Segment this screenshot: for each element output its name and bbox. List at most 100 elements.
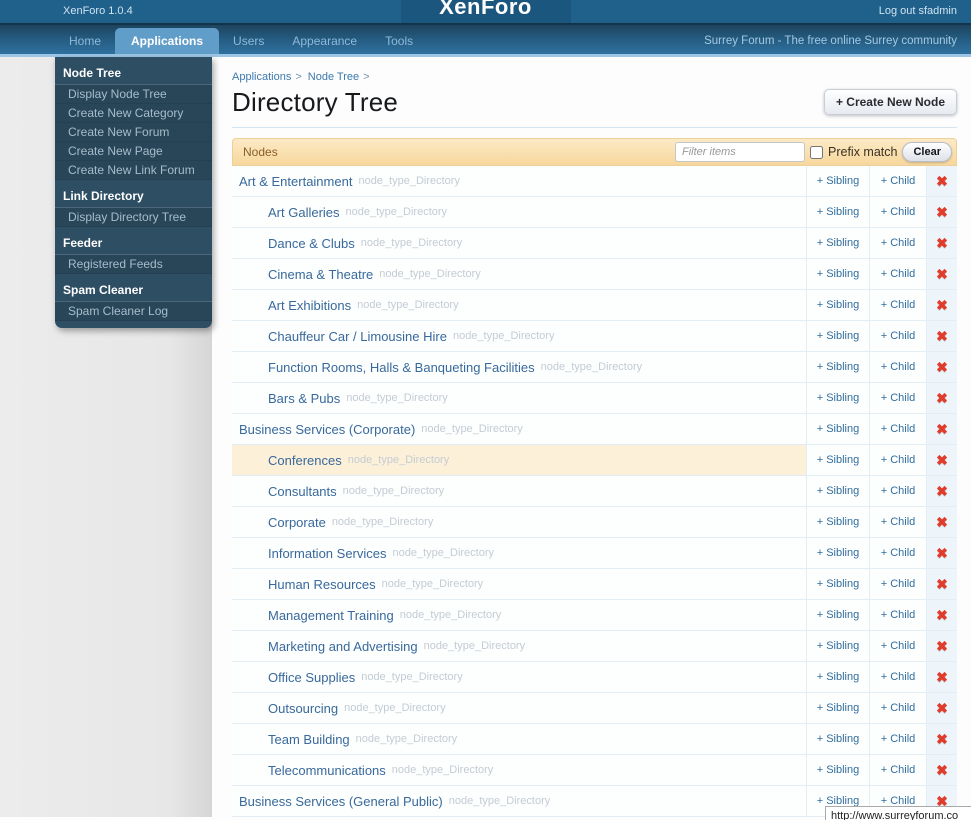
- add-child-link[interactable]: + Child: [881, 764, 916, 776]
- tab-users[interactable]: Users: [219, 29, 278, 54]
- delete-node-icon[interactable]: ✖: [936, 577, 948, 591]
- add-child-link[interactable]: + Child: [881, 485, 916, 497]
- delete-node-icon[interactable]: ✖: [936, 670, 948, 684]
- add-sibling-link[interactable]: + Sibling: [817, 485, 860, 497]
- add-sibling-link[interactable]: + Sibling: [817, 423, 860, 435]
- add-child-link[interactable]: + Child: [881, 237, 916, 249]
- create-new-node-button[interactable]: + Create New Node: [823, 89, 957, 115]
- add-child-link[interactable]: + Child: [881, 516, 916, 528]
- delete-node-icon[interactable]: ✖: [936, 360, 948, 374]
- breadcrumb-link-node-tree[interactable]: Node Tree: [308, 71, 359, 83]
- delete-node-icon[interactable]: ✖: [936, 298, 948, 312]
- add-child-link[interactable]: + Child: [881, 578, 916, 590]
- sidebar-item-create-new-page[interactable]: Create New Page: [55, 142, 212, 160]
- add-sibling-link[interactable]: + Sibling: [817, 671, 860, 683]
- node-link[interactable]: Business Services (General Public): [239, 794, 443, 809]
- sidebar-item-create-new-category[interactable]: Create New Category: [55, 104, 212, 122]
- node-link[interactable]: Art & Entertainment: [239, 174, 352, 189]
- add-sibling-link[interactable]: + Sibling: [817, 454, 860, 466]
- node-link[interactable]: Team Building: [268, 732, 350, 747]
- add-child-link[interactable]: + Child: [881, 733, 916, 745]
- add-child-link[interactable]: + Child: [881, 268, 916, 280]
- add-sibling-link[interactable]: + Sibling: [817, 733, 860, 745]
- delete-node-icon[interactable]: ✖: [936, 763, 948, 777]
- add-sibling-link[interactable]: + Sibling: [817, 361, 860, 373]
- add-child-link[interactable]: + Child: [881, 175, 916, 187]
- add-child-link[interactable]: + Child: [881, 640, 916, 652]
- xenforo-logo[interactable]: XenForo: [439, 0, 532, 19]
- add-child-link[interactable]: + Child: [881, 330, 916, 342]
- add-sibling-link[interactable]: + Sibling: [817, 268, 860, 280]
- add-sibling-link[interactable]: + Sibling: [817, 330, 860, 342]
- delete-node-icon[interactable]: ✖: [936, 422, 948, 436]
- delete-node-icon[interactable]: ✖: [936, 639, 948, 653]
- delete-node-icon[interactable]: ✖: [936, 205, 948, 219]
- sidebar-item-create-new-forum[interactable]: Create New Forum: [55, 123, 212, 141]
- sidebar-item-spam-cleaner-log[interactable]: Spam Cleaner Log: [55, 302, 212, 320]
- delete-node-icon[interactable]: ✖: [936, 484, 948, 498]
- node-link[interactable]: Human Resources: [268, 577, 376, 592]
- node-link[interactable]: Information Services: [268, 546, 387, 561]
- node-link[interactable]: Cinema & Theatre: [268, 267, 373, 282]
- add-sibling-link[interactable]: + Sibling: [817, 764, 860, 776]
- delete-node-icon[interactable]: ✖: [936, 453, 948, 467]
- clear-filter-button[interactable]: Clear: [902, 142, 952, 162]
- tab-tools[interactable]: Tools: [371, 29, 427, 54]
- delete-node-icon[interactable]: ✖: [936, 546, 948, 560]
- node-link[interactable]: Conferences: [268, 453, 342, 468]
- node-link[interactable]: Outsourcing: [268, 701, 338, 716]
- add-sibling-link[interactable]: + Sibling: [817, 609, 860, 621]
- node-link[interactable]: Dance & Clubs: [268, 236, 355, 251]
- node-link[interactable]: Bars & Pubs: [268, 391, 340, 406]
- logout-link[interactable]: Log out sfadmin: [879, 5, 957, 17]
- delete-node-icon[interactable]: ✖: [936, 329, 948, 343]
- node-link[interactable]: Business Services (Corporate): [239, 422, 415, 437]
- delete-node-icon[interactable]: ✖: [936, 608, 948, 622]
- delete-node-icon[interactable]: ✖: [936, 701, 948, 715]
- add-sibling-link[interactable]: + Sibling: [817, 547, 860, 559]
- sidebar-item-display-node-tree[interactable]: Display Node Tree: [55, 85, 212, 103]
- add-child-link[interactable]: + Child: [881, 206, 916, 218]
- node-link[interactable]: Art Exhibitions: [268, 298, 351, 313]
- prefix-match-checkbox[interactable]: [810, 145, 823, 159]
- add-sibling-link[interactable]: + Sibling: [817, 640, 860, 652]
- add-child-link[interactable]: + Child: [881, 702, 916, 714]
- add-child-link[interactable]: + Child: [881, 361, 916, 373]
- delete-node-icon[interactable]: ✖: [936, 267, 948, 281]
- add-child-link[interactable]: + Child: [881, 671, 916, 683]
- node-link[interactable]: Function Rooms, Halls & Banqueting Facil…: [268, 360, 535, 375]
- add-sibling-link[interactable]: + Sibling: [817, 516, 860, 528]
- node-link[interactable]: Art Galleries: [268, 205, 340, 220]
- node-link[interactable]: Corporate: [268, 515, 326, 530]
- delete-node-icon[interactable]: ✖: [936, 515, 948, 529]
- add-sibling-link[interactable]: + Sibling: [817, 702, 860, 714]
- delete-node-icon[interactable]: ✖: [936, 174, 948, 188]
- delete-node-icon[interactable]: ✖: [936, 236, 948, 250]
- add-child-link[interactable]: + Child: [881, 423, 916, 435]
- sidebar-item-registered-feeds[interactable]: Registered Feeds: [55, 255, 212, 273]
- node-link[interactable]: Management Training: [268, 608, 394, 623]
- add-sibling-link[interactable]: + Sibling: [817, 299, 860, 311]
- sidebar-item-display-directory-tree[interactable]: Display Directory Tree: [55, 208, 212, 226]
- node-link[interactable]: Chauffeur Car / Limousine Hire: [268, 329, 447, 344]
- node-link[interactable]: Marketing and Advertising: [268, 639, 418, 654]
- tab-applications[interactable]: Applications: [115, 28, 220, 54]
- add-sibling-link[interactable]: + Sibling: [817, 175, 860, 187]
- delete-node-icon[interactable]: ✖: [936, 391, 948, 405]
- add-sibling-link[interactable]: + Sibling: [817, 578, 860, 590]
- add-child-link[interactable]: + Child: [881, 454, 916, 466]
- add-child-link[interactable]: + Child: [881, 547, 916, 559]
- add-child-link[interactable]: + Child: [881, 392, 916, 404]
- delete-node-icon[interactable]: ✖: [936, 732, 948, 746]
- tab-appearance[interactable]: Appearance: [278, 29, 371, 54]
- filter-input[interactable]: [675, 142, 805, 162]
- add-sibling-link[interactable]: + Sibling: [817, 206, 860, 218]
- sidebar-item-create-new-link-forum[interactable]: Create New Link Forum: [55, 161, 212, 179]
- breadcrumb-link-applications[interactable]: Applications: [232, 71, 291, 83]
- add-sibling-link[interactable]: + Sibling: [817, 392, 860, 404]
- add-child-link[interactable]: + Child: [881, 299, 916, 311]
- node-link[interactable]: Telecommunications: [268, 763, 386, 778]
- add-child-link[interactable]: + Child: [881, 609, 916, 621]
- node-link[interactable]: Office Supplies: [268, 670, 355, 685]
- tab-home[interactable]: Home: [55, 29, 115, 54]
